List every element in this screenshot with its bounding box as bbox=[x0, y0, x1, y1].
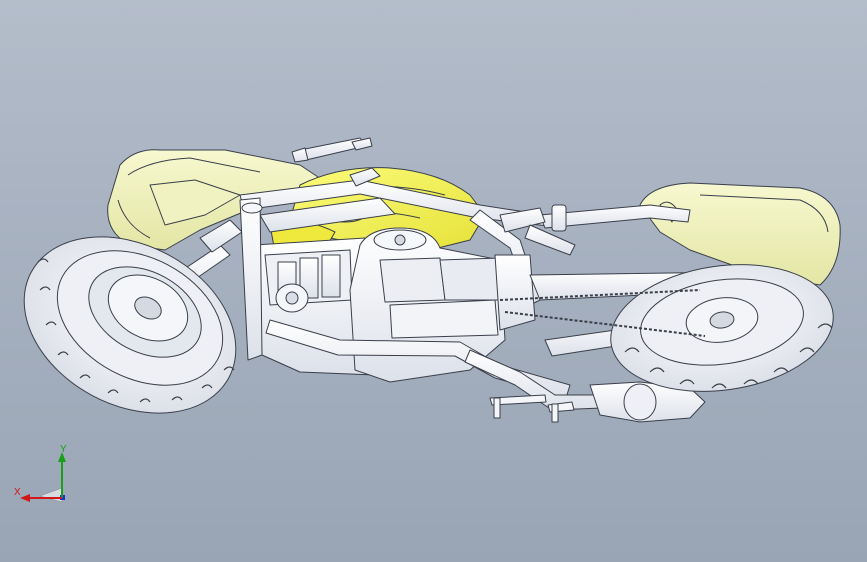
motorcycle-model[interactable] bbox=[0, 0, 867, 562]
x-axis-label: X bbox=[14, 487, 21, 498]
engine-block[interactable] bbox=[254, 227, 536, 383]
coordinate-triad: Y X bbox=[14, 444, 67, 503]
handlebar[interactable] bbox=[291, 137, 373, 163]
footpeg-left[interactable] bbox=[489, 394, 547, 419]
footpeg-right[interactable] bbox=[547, 401, 575, 423]
graphics-viewport[interactable]: Y X bbox=[0, 0, 867, 562]
y-axis-label: Y bbox=[60, 444, 67, 455]
